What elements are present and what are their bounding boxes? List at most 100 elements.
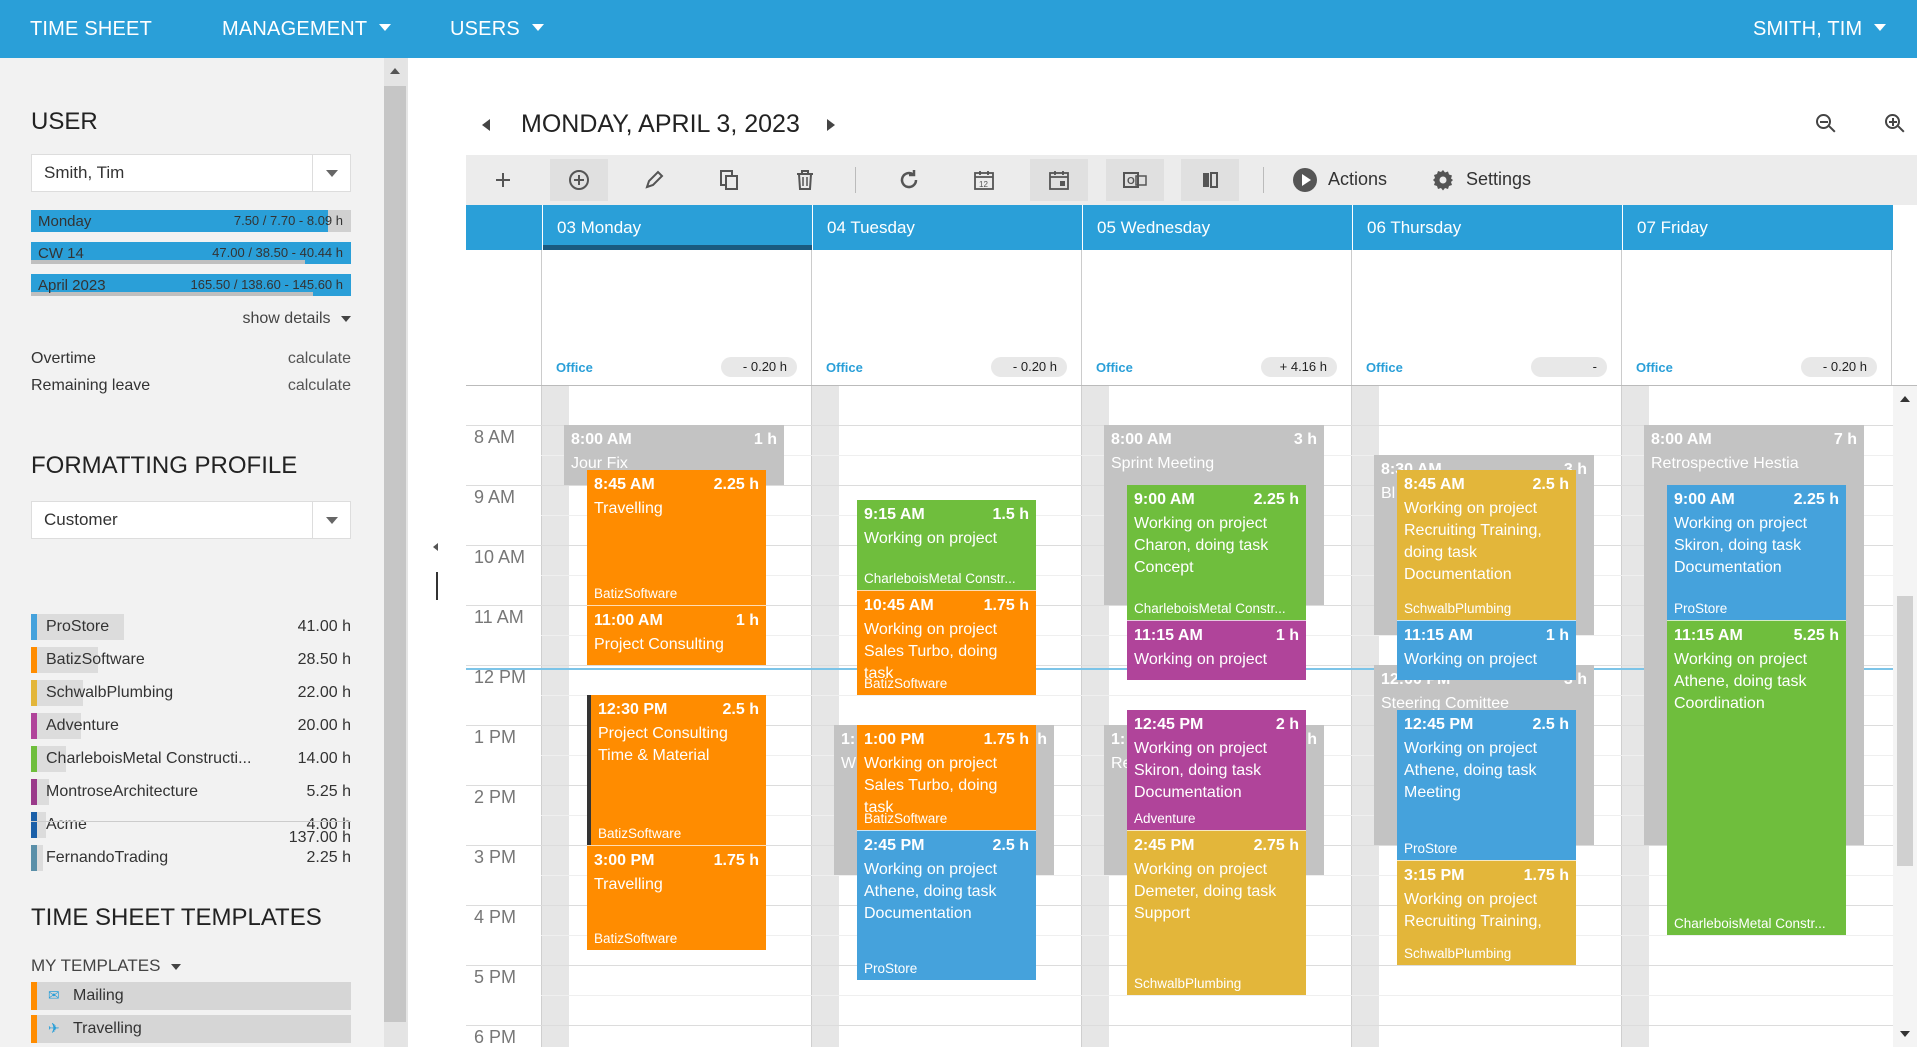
customer-share-bar <box>37 812 46 838</box>
play-circle-icon[interactable] <box>1290 159 1320 201</box>
time-entry-blue[interactable]: 12:45 PM 2.5 h Working on project Athene, … <box>1397 710 1576 860</box>
zoom-out-icon[interactable] <box>1814 112 1838 136</box>
template-item[interactable]: ✉ Mailing <box>31 982 351 1010</box>
customer-legend-item[interactable]: BatizSoftware 28.50 h <box>31 645 351 673</box>
time-entry-green[interactable]: 9:00 AM 2.25 h Working on project Charon, … <box>1127 485 1306 620</box>
day-header-2[interactable]: 05 Wednesday <box>1082 205 1352 250</box>
entry-start-time: 9:00 AM <box>1134 491 1195 508</box>
copy-icon[interactable] <box>700 159 758 201</box>
customer-legend-item[interactable]: ProStore 41.00 h <box>31 612 351 640</box>
my-templates-toggle[interactable]: MY TEMPLATES <box>31 956 182 976</box>
time-entry-yellow[interactable]: 8:45 AM 2.5 h Working on project Recruitin… <box>1397 470 1576 620</box>
chevron-down-icon[interactable] <box>312 155 350 191</box>
time-entry-blue[interactable]: 9:00 AM 2.25 h Working on project Skiron, … <box>1667 485 1846 620</box>
calendar-day-icon[interactable]: 12 <box>955 159 1013 201</box>
day-header-label: 05 Wednesday <box>1097 218 1211 237</box>
svg-text:12: 12 <box>979 180 988 189</box>
time-entry-blue[interactable]: 11:15 AM 1 h Working on project <box>1397 620 1576 680</box>
entry-duration: 1 h <box>735 612 759 629</box>
add-icon[interactable] <box>474 159 532 201</box>
overtime-calculate-link[interactable]: calculate <box>288 350 351 368</box>
summary-bar-week: CW 14 47.00 / 38.50 - 40.44 h <box>31 242 351 264</box>
columns-icon[interactable] <box>1181 159 1239 201</box>
calendar-scrollbar[interactable] <box>1893 386 1917 1047</box>
customer-hours: 28.50 h <box>297 651 351 668</box>
entry-client: BatizSoftware <box>598 826 682 841</box>
sidebar-scrollbar[interactable] <box>384 58 406 1047</box>
entry-duration: 3 h <box>1293 431 1317 448</box>
settings-button[interactable]: Settings <box>1466 169 1531 190</box>
entry-description: Working on project Charon, doing task Co… <box>1134 515 1269 576</box>
chevron-down-icon[interactable] <box>312 502 350 538</box>
scroll-up-icon[interactable] <box>390 68 400 74</box>
entry-start-time: 11:15 AM <box>1674 627 1743 644</box>
collapse-left-icon[interactable] <box>433 543 438 551</box>
nav-management[interactable]: MANAGEMENT <box>222 0 392 58</box>
scroll-down-icon[interactable] <box>1900 1031 1910 1037</box>
delete-icon[interactable] <box>776 159 834 201</box>
day-header-gutter <box>466 205 542 250</box>
user-select[interactable]: Smith, Tim <box>31 154 351 192</box>
refresh-icon[interactable] <box>880 159 938 201</box>
entry-description: Working on project Sales Turbo, doing ta… <box>864 755 998 816</box>
time-grid[interactable]: 8 AM 9 AM 10 AM 11 AM 12 PM 1 PM 2 PM 3 PM 4 PM 5… <box>466 386 1893 1047</box>
nav-users[interactable]: USERS <box>450 0 544 58</box>
splitter-handle[interactable] <box>436 572 438 600</box>
next-day-icon[interactable] <box>827 119 835 131</box>
customer-name: ProStore <box>46 618 110 635</box>
time-entry-orange[interactable]: 8:45 AM 2.25 h Travelling BatizSoftware <box>587 470 766 605</box>
customer-legend-item[interactable]: Adventure 20.00 h <box>31 711 351 739</box>
nav-timesheet[interactable]: TIME SHEET <box>30 0 152 58</box>
time-entry-green[interactable]: 9:15 AM 1.5 h Working on project Charlebois… <box>857 500 1036 590</box>
time-entry-green[interactable]: 11:15 AM 5.25 h Working on project Athene,… <box>1667 620 1846 935</box>
day-header-label: 07 Friday <box>1637 218 1708 237</box>
scrollbar-thumb[interactable] <box>1897 596 1913 866</box>
calendar-week-icon[interactable] <box>1030 159 1088 201</box>
time-entry-orange[interactable]: 3:00 PM 1.75 h Travelling BatizSoftware <box>587 845 766 950</box>
show-details-link[interactable]: show details <box>243 310 351 328</box>
entry-client: BatizSoftware <box>864 676 948 691</box>
scrollbar-thumb[interactable] <box>384 86 406 1022</box>
allday-cell[interactable]: Office + 4.16 h <box>1082 250 1352 386</box>
chevron-down-icon <box>379 24 392 32</box>
day-header-1[interactable]: 04 Tuesday <box>812 205 1082 250</box>
time-entry-orange[interactable]: 12:30 PM 2.5 h Project Consulting Time & M… <box>587 695 766 845</box>
entry-client: CharleboisMetal Constr... <box>864 571 1016 586</box>
time-entry-yellow[interactable]: 3:15 PM 1.75 h Working on project Recruiti… <box>1397 860 1576 965</box>
zoom-in-icon[interactable] <box>1883 112 1907 136</box>
user-menu[interactable]: SMITH, TIM <box>1753 0 1887 58</box>
time-entry-purple[interactable]: 11:15 AM 1 h Working on project <box>1127 620 1306 680</box>
customer-legend-item[interactable]: FernandoTrading 2.25 h <box>31 843 351 871</box>
customer-legend-item[interactable]: MontroseArchitecture 5.25 h <box>31 777 351 805</box>
entry-start-time: 12:30 PM <box>598 701 668 718</box>
allday-cell[interactable]: Office - <box>1352 250 1622 386</box>
overtime-row: Overtime calculate <box>31 350 351 368</box>
day-header-4[interactable]: 07 Friday <box>1622 205 1893 250</box>
remaining-leave-calculate-link[interactable]: calculate <box>288 377 351 395</box>
edit-icon[interactable] <box>625 159 683 201</box>
outlook-icon[interactable]: O <box>1106 159 1164 201</box>
time-entry-purple[interactable]: 12:45 PM 2 h Working on project Skiron, do… <box>1127 710 1306 830</box>
time-entry-orange[interactable]: 11:00 AM 1 h Project Consulting <box>587 605 766 665</box>
allday-cell[interactable]: Office - 0.20 h <box>542 250 812 386</box>
time-entry-orange[interactable]: 1:00 PM 1.75 h Working on project Sales Tu… <box>857 725 1036 830</box>
entry-duration: 1 h <box>753 431 777 448</box>
customer-legend-item[interactable]: CharleboisMetal Constructi... 14.00 h <box>31 744 351 772</box>
allday-cell[interactable]: Office - 0.20 h <box>1622 250 1892 386</box>
scroll-up-icon[interactable] <box>1900 396 1910 402</box>
add-circle-icon[interactable] <box>550 159 608 201</box>
actions-button[interactable]: Actions <box>1328 169 1387 190</box>
day-header-3[interactable]: 06 Thursday <box>1352 205 1622 250</box>
formatting-profile-select[interactable]: Customer <box>31 501 351 539</box>
time-entry-orange[interactable]: 10:45 AM 1.75 h Working on project Sales T… <box>857 590 1036 695</box>
customer-hours: 5.25 h <box>306 783 351 800</box>
allday-cell[interactable]: Office - 0.20 h <box>812 250 1082 386</box>
panel-splitter[interactable] <box>406 58 408 1047</box>
day-header-0[interactable]: 03 Monday <box>542 205 812 250</box>
template-item[interactable]: ✈ Travelling <box>31 1015 351 1043</box>
previous-day-icon[interactable] <box>482 119 490 131</box>
gear-icon[interactable] <box>1428 159 1458 201</box>
time-entry-yellow[interactable]: 2:45 PM 2.75 h Working on project Demeter,… <box>1127 830 1306 995</box>
time-entry-blue[interactable]: 2:45 PM 2.5 h Working on project Athene, d… <box>857 830 1036 980</box>
customer-legend-item[interactable]: SchwalbPlumbing 22.00 h <box>31 678 351 706</box>
